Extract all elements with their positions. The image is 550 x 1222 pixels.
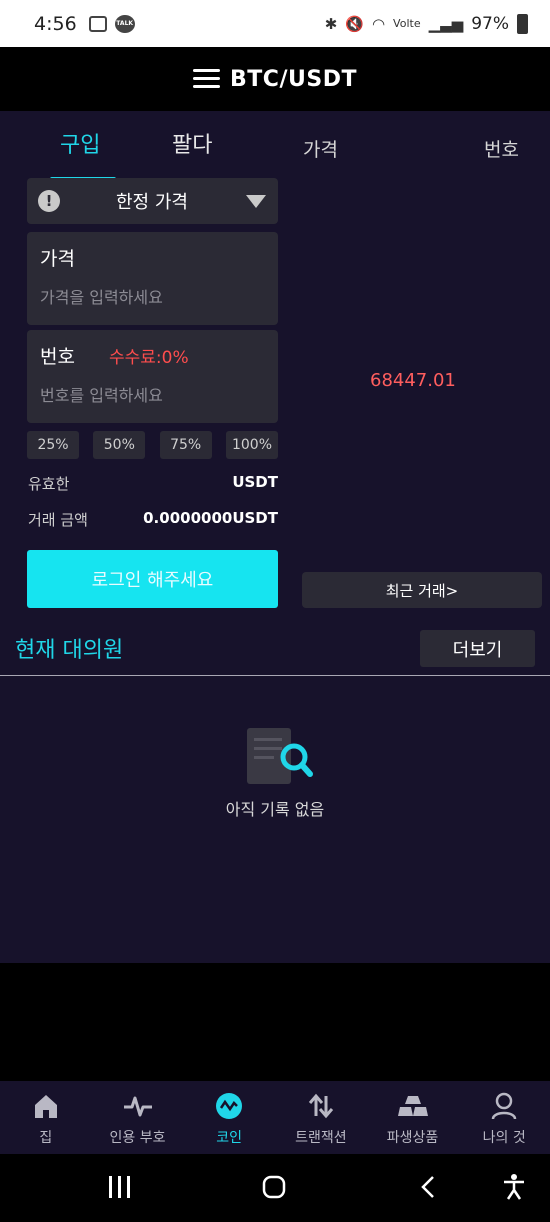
status-time: 4:56 bbox=[34, 12, 77, 35]
coin-icon bbox=[214, 1091, 244, 1121]
nav-label-home: 집 bbox=[39, 1130, 53, 1146]
swap-icon bbox=[306, 1091, 336, 1121]
talk-icon: TALK bbox=[114, 14, 135, 33]
orderbook-price-header: 가격 bbox=[303, 139, 338, 161]
total-label: 거래 금액 bbox=[28, 511, 88, 529]
pair-title[interactable]: BTC/USDT bbox=[230, 67, 357, 92]
gold-bars-icon bbox=[397, 1091, 428, 1121]
amount-label: 번호 bbox=[40, 346, 75, 368]
price-input-box: 가격 bbox=[27, 232, 278, 325]
percent-75-button[interactable]: 75% bbox=[159, 431, 212, 459]
bottom-nav: 집 인용 부호 코인 트랜잭션 파생상품 나의 것 bbox=[0, 1081, 550, 1154]
price-label: 가격 bbox=[40, 248, 75, 270]
empty-text: 아직 기록 없음 bbox=[225, 800, 325, 819]
nav-label-quotes: 인용 부호 bbox=[109, 1130, 166, 1146]
nav-label-transactions: 트랜잭션 bbox=[295, 1130, 347, 1146]
available-value: USDT bbox=[232, 473, 278, 491]
wifi-icon: ◠ bbox=[371, 14, 386, 33]
bluetooth-icon: ✱ bbox=[324, 14, 338, 33]
tab-sell[interactable]: 팔다 bbox=[172, 127, 212, 159]
total-value: 0.0000000USDT bbox=[143, 509, 278, 527]
gallery-icon bbox=[88, 15, 107, 32]
recent-apps-button[interactable] bbox=[108, 1176, 132, 1198]
current-orders-title: 현재 대의원 bbox=[15, 638, 124, 663]
percent-50-button[interactable]: 50% bbox=[93, 431, 146, 459]
signal-icon: ▁▃▅ bbox=[428, 14, 464, 33]
home-button[interactable] bbox=[262, 1175, 286, 1199]
back-button[interactable] bbox=[420, 1175, 436, 1199]
system-nav-bar bbox=[0, 1154, 550, 1222]
percent-100-button[interactable]: 100% bbox=[225, 431, 278, 459]
menu-icon[interactable] bbox=[193, 69, 221, 89]
tab-buy[interactable]: 구입 bbox=[60, 127, 100, 159]
fee-label: 수수료:0% bbox=[109, 348, 189, 368]
order-type-label: 한정 가격 bbox=[116, 192, 188, 213]
status-bar: 4:56 TALK ✱ 🔇 ◠ Volte ▁▃▅ 97% bbox=[0, 0, 550, 47]
nav-label-derivatives: 파생상품 bbox=[386, 1130, 439, 1146]
user-icon bbox=[489, 1091, 519, 1121]
more-button[interactable]: 더보기 bbox=[420, 630, 535, 667]
nav-item-derivatives[interactable]: 파생상품 bbox=[367, 1081, 459, 1154]
percent-buttons: 25% 50% 75% 100% bbox=[27, 431, 278, 459]
nav-label-coin: 코인 bbox=[216, 1130, 243, 1146]
caret-down-icon bbox=[246, 194, 266, 208]
no-records-icon bbox=[247, 728, 313, 784]
app-header: BTC/USDT bbox=[0, 47, 550, 111]
nav-item-transactions[interactable]: 트랜잭션 bbox=[275, 1081, 367, 1154]
amount-input-box: 번호 수수료:0% bbox=[27, 330, 278, 423]
exclamation-icon[interactable]: ! bbox=[38, 190, 60, 212]
nav-item-home[interactable]: 집 bbox=[0, 1081, 92, 1154]
trade-screen: 구입 팔다 가격 번호 ! 한정 가격 가격 번호 수수료:0% 25% 50%… bbox=[0, 111, 550, 963]
recent-trades-button[interactable]: 최근 거래> bbox=[302, 572, 542, 608]
available-row: 유효한 USDT bbox=[28, 473, 278, 494]
amount-input[interactable] bbox=[40, 382, 265, 408]
nav-label-mine: 나의 것 bbox=[482, 1130, 526, 1146]
last-price: 68447.01 bbox=[370, 370, 456, 391]
mute-icon: 🔇 bbox=[345, 14, 364, 33]
total-row: 거래 금액 0.0000000USDT bbox=[28, 509, 278, 530]
nav-item-mine[interactable]: 나의 것 bbox=[458, 1081, 550, 1154]
pulse-icon bbox=[123, 1091, 153, 1121]
volte-label: Volte bbox=[393, 17, 421, 30]
trade-tabs: 구입 팔다 bbox=[27, 127, 277, 181]
divider bbox=[0, 675, 550, 676]
accessibility-icon[interactable] bbox=[502, 1174, 526, 1200]
login-button[interactable]: 로그인 해주세요 bbox=[27, 550, 278, 608]
home-icon bbox=[31, 1091, 61, 1121]
price-input[interactable] bbox=[40, 284, 265, 310]
available-label: 유효한 bbox=[28, 475, 70, 493]
orderbook-number-header: 번호 bbox=[484, 139, 519, 161]
order-type-select[interactable]: ! 한정 가격 bbox=[27, 178, 278, 224]
percent-25-button[interactable]: 25% bbox=[27, 431, 79, 459]
nav-item-coin[interactable]: 코인 bbox=[183, 1081, 275, 1154]
nav-item-quotes[interactable]: 인용 부호 bbox=[92, 1081, 184, 1154]
battery-percent: 97% bbox=[471, 13, 509, 34]
blank-area bbox=[0, 963, 550, 1081]
battery-icon bbox=[517, 13, 528, 34]
